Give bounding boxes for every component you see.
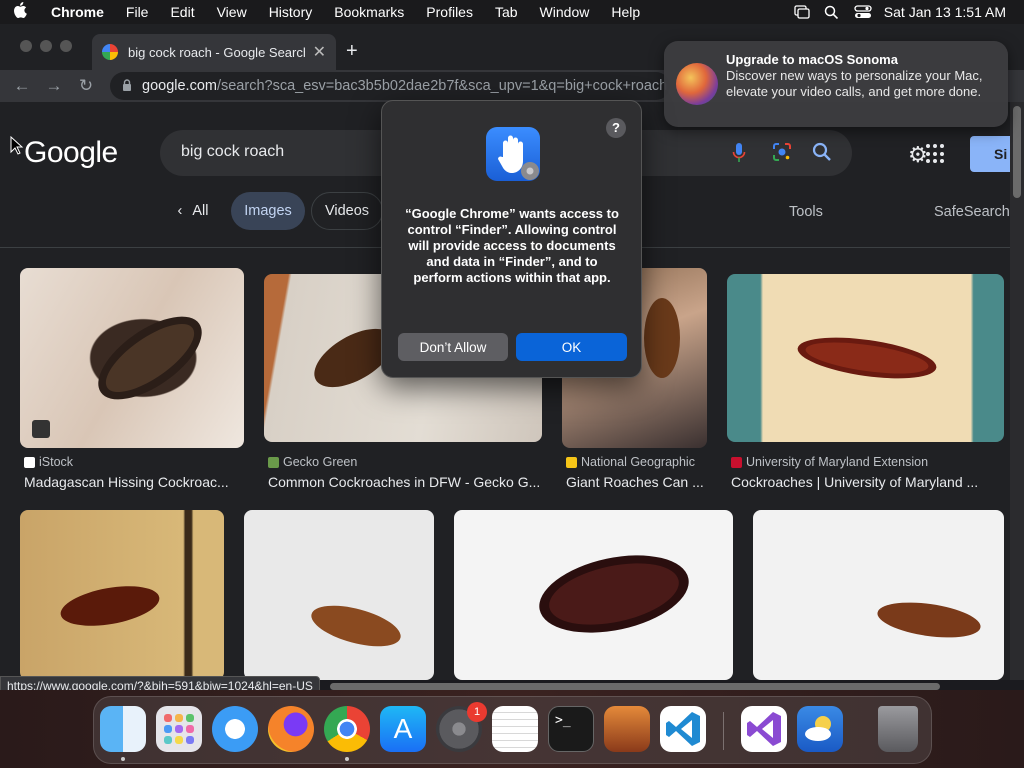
lock-icon[interactable] (122, 78, 132, 94)
chrome-icon[interactable] (324, 706, 370, 752)
apple-menu-icon[interactable] (0, 1, 40, 23)
terminal-icon[interactable]: >_ (548, 706, 594, 752)
page-scrollbar-thumb[interactable] (1013, 106, 1021, 198)
help-button[interactable]: ? (606, 118, 626, 138)
result-title[interactable]: Madagascan Hissing Cockroac... (24, 474, 236, 490)
back-arrow-icon[interactable]: ← (6, 76, 38, 96)
tools-button[interactable]: Tools (789, 204, 823, 220)
national-geographic-favicon-icon (566, 456, 577, 468)
menu-view[interactable]: View (206, 4, 258, 20)
safesearch-button[interactable]: SafeSearch (934, 204, 1010, 220)
firefox-icon[interactable] (268, 706, 314, 752)
chip-all[interactable]: ‹ All (166, 192, 220, 230)
textedit-icon[interactable] (492, 706, 538, 752)
new-tab-icon[interactable]: + (346, 40, 358, 63)
result-title[interactable]: Giant Roaches Can ... (566, 474, 706, 490)
menu-bar-clock[interactable]: Sat Jan 13 1:51 AM (884, 4, 1006, 20)
launchpad-icon[interactable] (156, 706, 202, 752)
horizontal-scrollbar[interactable] (330, 683, 940, 690)
trash-icon[interactable] (878, 706, 918, 752)
istock-favicon-icon (24, 456, 35, 468)
upgrade-notification[interactable]: Upgrade to macOS Sonoma Discover new way… (664, 41, 1008, 127)
sign-in-button[interactable]: Si (970, 136, 1010, 172)
garageband-icon[interactable] (604, 706, 650, 752)
app-store-icon[interactable]: A (380, 706, 426, 752)
automation-permission-dialog: ? “Google Chrome” wants access to contro… (381, 100, 642, 378)
menu-profiles[interactable]: Profiles (415, 4, 484, 20)
google-logo[interactable]: Google (24, 136, 118, 170)
menu-help[interactable]: Help (600, 4, 651, 20)
tab-title: big cock roach - Google Search (128, 44, 305, 60)
result-image[interactable] (20, 268, 244, 448)
minimize-window-button[interactable] (40, 40, 52, 52)
spotlight-search-icon[interactable] (824, 5, 840, 20)
result-source: University of Maryland Extension (731, 455, 928, 469)
search-icon[interactable] (812, 142, 832, 167)
result-image[interactable] (753, 510, 1004, 680)
privacy-hand-icon (486, 127, 540, 181)
forward-arrow-icon[interactable]: → (38, 76, 70, 96)
result-source: Gecko Green (268, 455, 357, 469)
menu-tab[interactable]: Tab (484, 4, 529, 20)
url-path: /search?sca_esv=bac3b5b02dae2b7f&sca_upv… (216, 78, 668, 94)
google-lens-icon[interactable] (772, 142, 792, 167)
reload-icon[interactable]: ↻ (70, 76, 102, 96)
ok-button[interactable]: OK (516, 333, 627, 361)
result-title[interactable]: Cockroaches | University of Maryland ... (731, 474, 1001, 490)
zoom-window-button[interactable] (60, 40, 72, 52)
vscode-icon[interactable] (660, 706, 706, 752)
image-badge-icon (32, 420, 50, 438)
browser-tab[interactable]: big cock roach - Google Search ✕ (92, 34, 336, 70)
menu-file[interactable]: File (115, 4, 160, 20)
finder-icon[interactable] (100, 706, 146, 752)
url-host: google.com (142, 78, 217, 94)
source-name: University of Maryland Extension (746, 455, 929, 469)
result-image[interactable] (20, 510, 224, 680)
running-indicator (121, 757, 125, 761)
source-name: iStock (39, 455, 74, 469)
chip-images[interactable]: Images (231, 192, 305, 230)
result-image[interactable] (454, 510, 733, 680)
chevron-left-icon: ‹ (177, 203, 183, 219)
menu-window[interactable]: Window (529, 4, 601, 20)
menu-bookmarks[interactable]: Bookmarks (323, 4, 415, 20)
result-image[interactable] (244, 510, 434, 680)
running-indicator (345, 757, 349, 761)
menu-app-name[interactable]: Chrome (40, 4, 115, 20)
notification-title: Upgrade to macOS Sonoma (726, 52, 898, 67)
dock-separator (723, 712, 724, 750)
mouse-cursor-icon (10, 135, 24, 161)
google-favicon-icon (102, 44, 118, 60)
settings-gear-icon[interactable]: ⚙ (908, 142, 928, 168)
menu-edit[interactable]: Edit (159, 4, 205, 20)
macos-sonoma-icon (676, 63, 718, 105)
safari-icon[interactable] (212, 706, 258, 752)
dialog-message: “Google Chrome” wants access to control … (405, 206, 619, 285)
notification-badge: 1 (467, 702, 487, 722)
result-source: National Geographic (566, 455, 695, 469)
search-query-text: big cock roach (181, 143, 285, 160)
result-source: iStock (24, 455, 73, 469)
close-tab-icon[interactable]: ✕ (313, 42, 326, 62)
dont-allow-button[interactable]: Don’t Allow (398, 333, 508, 361)
control-center-icon[interactable] (854, 5, 872, 19)
result-image[interactable] (727, 274, 1004, 442)
google-apps-icon[interactable] (926, 144, 946, 164)
screen-mirroring-icon[interactable] (794, 5, 810, 19)
source-name: National Geographic (581, 455, 695, 469)
result-title[interactable]: Common Cockroaches in DFW - Gecko G... (268, 474, 542, 490)
gecko-green-favicon-icon (268, 456, 279, 468)
chip-all-label: All (192, 203, 209, 219)
close-window-button[interactable] (20, 40, 32, 52)
menu-bar: Chrome File Edit View History Bookmarks … (0, 0, 1024, 24)
microphone-icon[interactable] (732, 142, 746, 169)
source-name: Gecko Green (283, 455, 358, 469)
notification-body: Discover new ways to personalize your Ma… (726, 68, 983, 99)
visual-studio-icon[interactable] (741, 706, 787, 752)
chip-videos[interactable]: Videos (311, 192, 383, 230)
menu-history[interactable]: History (258, 4, 324, 20)
umd-favicon-icon (731, 456, 742, 468)
weather-icon[interactable] (797, 706, 843, 752)
address-bar[interactable]: google.com/search?sca_esv=bac3b5b02dae2b… (110, 72, 670, 100)
